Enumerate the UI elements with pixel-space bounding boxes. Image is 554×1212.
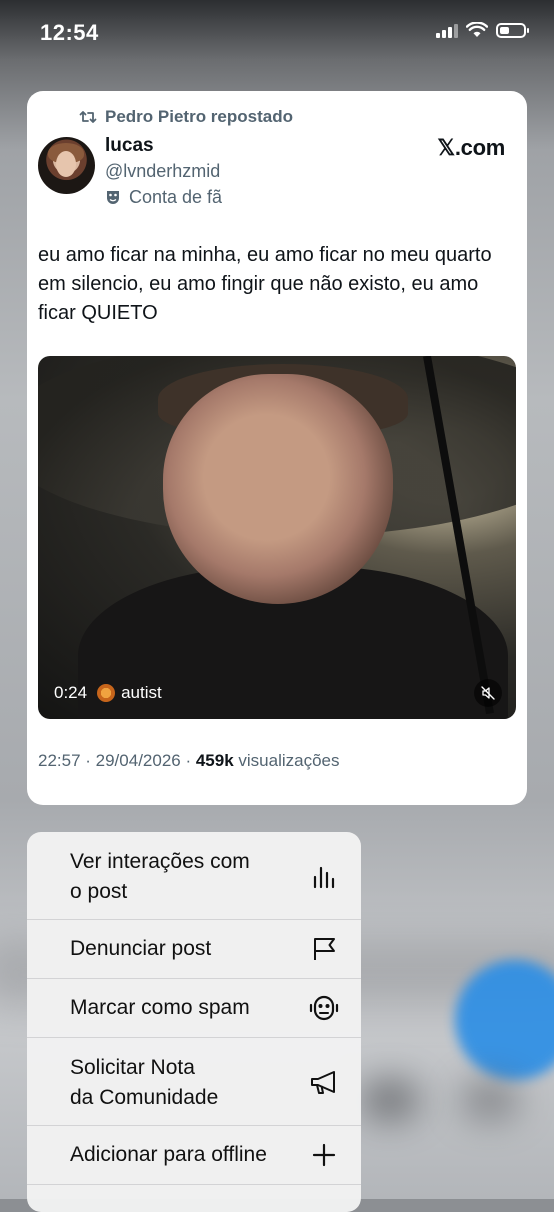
display-name[interactable]: lucas	[105, 135, 154, 157]
blurred-tab-icon	[460, 1080, 520, 1120]
menu-item-label: Solicitar Nota da Comunidade	[70, 1056, 219, 1109]
x-logo: 𝕏.com	[437, 135, 505, 160]
tweet-timestamp: 22:57 · 29/04/2026 ·	[38, 751, 196, 770]
menu-item-mark-spam[interactable]: Marcar como spam	[27, 979, 361, 1038]
blurred-tab-icon	[360, 1080, 420, 1120]
menu-item-add-offline[interactable]: Adicionar para offline	[27, 1126, 361, 1185]
flag-icon	[309, 934, 339, 964]
robot-icon	[309, 993, 339, 1023]
status-bar: 12:54	[0, 0, 554, 66]
mute-button[interactable]	[474, 679, 502, 707]
user-handle[interactable]: @lvnderhzmid	[105, 161, 220, 182]
menu-item-label: Denunciar post	[70, 937, 212, 960]
repost-indicator: Pedro Pietro repostado	[79, 107, 293, 127]
views-count: 459k	[195, 751, 234, 770]
status-time: 12:54	[40, 20, 99, 45]
status-icons	[436, 22, 529, 38]
repost-label: Pedro Pietro repostado	[105, 107, 293, 126]
pizza-emoji-icon	[97, 684, 116, 702]
tweet-text: eu amo ficar na minha, eu amo ficar no m…	[38, 244, 492, 324]
cellular-signal-icon	[436, 22, 458, 38]
tweet-preview-card[interactable]: Pedro Pietro repostado lucas @lvnderhzmi…	[27, 91, 527, 805]
speaker-muted-icon	[481, 686, 495, 700]
video-info: 0:24 autist	[54, 683, 162, 703]
menu-item-request-community-note[interactable]: Solicitar Nota da Comunidade	[27, 1038, 361, 1126]
menu-item-label: Ver interações com o post	[70, 850, 250, 903]
theater-mask-icon	[107, 190, 119, 204]
menu-item-view-interactions[interactable]: Ver interações com o post	[27, 832, 361, 920]
megaphone-icon	[309, 1068, 339, 1098]
menu-item-label: Adicionar para offline	[70, 1143, 267, 1166]
video-duration: 0:24	[54, 683, 88, 702]
views-label: visualizações	[233, 751, 340, 770]
menu-item-report-post[interactable]: Denunciar post	[27, 920, 361, 979]
bar-chart-icon	[309, 862, 339, 892]
battery-icon	[496, 22, 529, 38]
fan-badge-label: Conta de fã	[129, 187, 223, 207]
video-caption: autist	[121, 683, 162, 702]
context-menu: Ver interações com o post Denunciar post…	[27, 832, 361, 1212]
fan-account-badge: Conta de fã	[105, 187, 222, 208]
wifi-icon	[466, 22, 488, 37]
tweet-meta: 22:57 · 29/04/2026 · 459k visualizações	[38, 751, 340, 771]
menu-item-label: Marcar como spam	[70, 996, 250, 1019]
repost-icon	[79, 111, 97, 123]
avatar[interactable]	[38, 137, 95, 194]
tweet-video[interactable]: 0:24 autist	[38, 356, 516, 719]
plus-icon	[309, 1140, 339, 1170]
